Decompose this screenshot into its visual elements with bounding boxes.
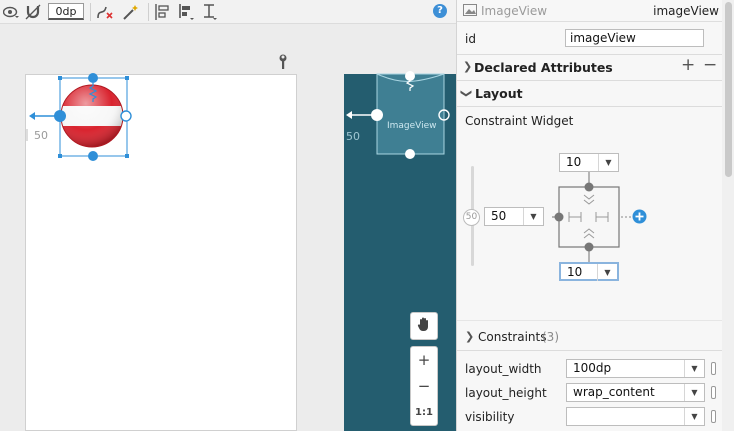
actual-size-button[interactable]: 1:1 [411,399,437,425]
layout-height-label: layout_height [465,386,547,400]
android-studio-layout-editor: 0dp ? 50 ImageView 50 + − 1:1 ImageView … [0,0,734,431]
layout-width-toggle[interactable] [711,362,716,375]
magnet-icon[interactable] [24,2,42,22]
zoom-out-button[interactable]: − [411,373,437,399]
add-attribute-button[interactable]: + [681,55,695,75]
chevron-right-icon[interactable]: ❯ [463,60,472,73]
clear-constraints-icon[interactable] [95,2,115,22]
magic-wand-icon[interactable] [121,2,141,22]
blueprint-margin-label: 50 [346,130,360,143]
imageview-icon [463,4,477,19]
design-margin-label: 50 [34,129,48,142]
attributes-header: ImageView imageView [457,0,723,22]
chevron-down-icon[interactable]: ▼ [684,360,704,377]
chevron-right-icon[interactable]: ❯ [465,330,474,343]
widget-id-label: imageView [653,4,719,18]
layout-height-value: wrap_content [573,385,655,399]
toolbar-divider [90,3,91,21]
eye-icon[interactable] [2,2,20,22]
layout-section-header[interactable]: Layout [475,86,523,101]
chevron-down-icon[interactable]: ▼ [684,408,704,425]
constraints-header[interactable]: Constraints [478,330,546,344]
visibility-toggle[interactable] [711,410,716,423]
design-toolbar: 0dp ? [0,0,456,24]
attributes-panel: ImageView imageView id imageView ❯ Decla… [456,0,734,431]
margin-top-value: 10 [566,155,582,169]
layout-width-label: layout_width [465,362,542,376]
panel-scrollbar-thumb[interactable] [725,2,732,177]
zoom-controls: + − 1:1 [410,312,438,426]
vertical-bias-handle[interactable]: 50 [463,209,480,226]
constraint-widget-title: Constraint Widget [465,114,574,128]
toolbar-divider [148,3,149,21]
divider [457,320,723,321]
remove-attribute-button[interactable]: − [703,55,717,75]
divider [457,350,723,351]
help-icon[interactable]: ? [433,4,447,18]
divider [457,106,723,107]
align-icon[interactable] [177,2,197,22]
blueprint-surface[interactable]: ImageView 50 [344,71,456,431]
margin-start-value: 50 [491,209,507,223]
hand-icon [417,316,431,336]
declared-attributes-header[interactable]: Declared Attributes [474,60,613,75]
id-field[interactable]: imageView [565,29,704,47]
wrench-icon[interactable] [277,54,289,74]
layout-width-combo[interactable]: 100dp ▼ [566,359,705,378]
blueprint-view-label: ImageView [387,121,437,131]
chevron-down-icon[interactable]: ▼ [598,154,618,171]
default-margin-field[interactable]: 0dp [48,3,84,20]
divider [457,80,723,81]
id-label: id [465,32,476,46]
visibility-combo[interactable]: ▼ [566,407,705,426]
constraint-box-diagram[interactable] [552,172,672,272]
design-canvas[interactable]: 50 ImageView 50 + − 1:1 [0,24,456,431]
margin-start-combo[interactable]: 50 ▼ [484,207,544,226]
selected-imageview-overlay[interactable] [1,25,273,161]
chevron-down-icon[interactable]: ▼ [684,384,704,401]
chevron-down-icon[interactable]: ▼ [523,208,543,225]
constraints-count: (3) [542,330,559,344]
layout-height-toggle[interactable] [711,386,716,399]
design-surface[interactable]: 50 [25,73,297,431]
guidelines-icon[interactable] [200,2,220,22]
visibility-label: visibility [465,410,515,424]
margin-top-combo[interactable]: 10 ▼ [559,153,619,172]
add-constraint-icon[interactable] [632,209,647,227]
zoom-button-group: + − 1:1 [410,346,438,426]
pan-button[interactable] [410,312,438,340]
widget-type-label: ImageView [481,4,548,18]
layout-height-combo[interactable]: wrap_content ▼ [566,383,705,402]
layout-width-value: 100dp [573,361,612,375]
pack-icon[interactable] [152,2,172,22]
zoom-in-button[interactable]: + [411,347,437,373]
chevron-down-icon[interactable]: ❯ [460,89,473,98]
